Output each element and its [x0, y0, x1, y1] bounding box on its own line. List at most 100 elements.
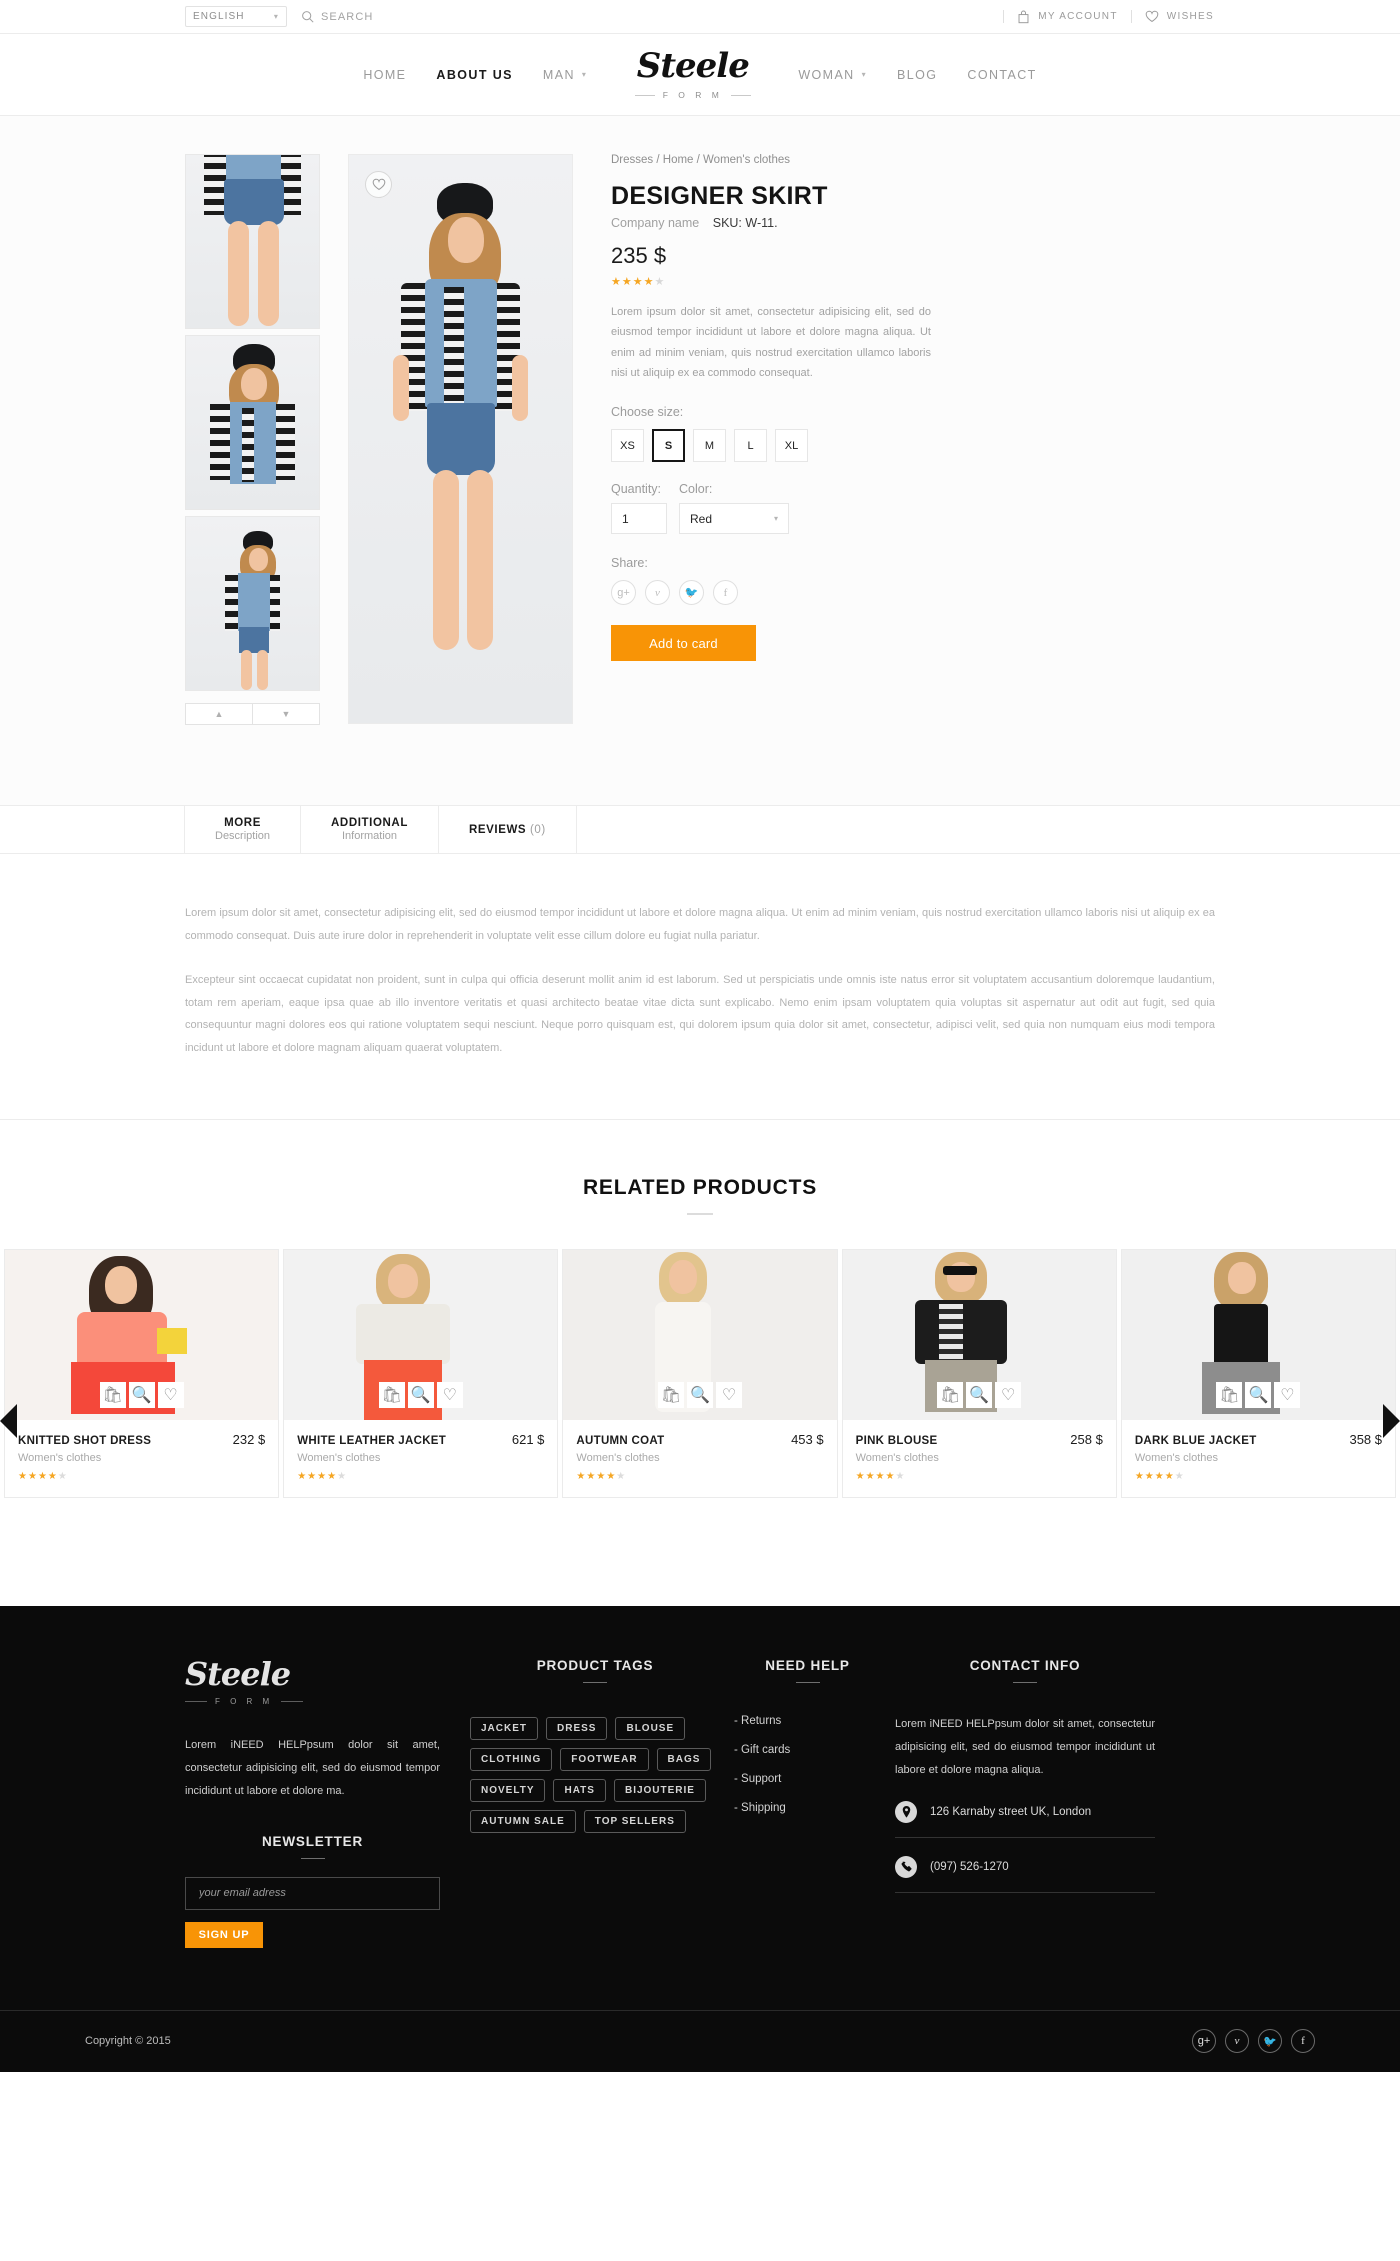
product-card-image[interactable]: 🛍 🔍 ♡ [5, 1250, 279, 1421]
product-card-image[interactable]: 🛍 🔍 ♡ [842, 1250, 1116, 1421]
product-card-image[interactable]: 🛍 🔍 ♡ [1121, 1250, 1396, 1421]
nav-label: BLOG [897, 67, 938, 82]
bag-icon[interactable]: 🛍 [1216, 1382, 1243, 1409]
tag-dress[interactable]: DRESS [546, 1717, 608, 1741]
tab-more-description[interactable]: MORE Description [185, 806, 302, 853]
heart-icon[interactable]: ♡ [716, 1382, 742, 1409]
google-plus-icon[interactable]: g+ [1192, 2029, 1216, 2054]
footer-tags-column: PRODUCT TAGS JACKET DRESS BLOUSE CLOTHIN… [470, 1658, 720, 1947]
heart-icon[interactable]: ♡ [995, 1382, 1022, 1409]
search-icon[interactable]: 🔍 [407, 1382, 434, 1409]
help-link-support[interactable]: - Support [734, 1773, 895, 1785]
facebook-icon[interactable]: f [1291, 2029, 1315, 2054]
product-card[interactable]: 🛍 🔍 ♡ AUTUMN COAT 453 $ Women's clothes … [562, 1249, 838, 1499]
size-option-m[interactable]: M [693, 429, 726, 463]
main-product-image[interactable] [348, 154, 573, 724]
tag-top-sellers[interactable]: TOP SELLERS [583, 1810, 686, 1834]
twitter-icon[interactable]: 🐦 [1258, 2029, 1282, 2054]
tab-reviews[interactable]: REVIEWS (0) [438, 806, 577, 853]
search-icon [302, 11, 314, 23]
wishes-link[interactable]: WISHES [1145, 10, 1214, 23]
thumbnail-1[interactable] [185, 154, 320, 329]
help-link-gift-cards[interactable]: - Gift cards [734, 1744, 895, 1756]
search-icon[interactable]: 🔍 [966, 1382, 993, 1409]
tag-bags[interactable]: BAGS [656, 1748, 712, 1772]
size-label: Choose size: [611, 405, 684, 420]
twitter-icon[interactable]: 🐦 [679, 580, 704, 606]
carousel-prev-button[interactable] [0, 1404, 17, 1439]
tag-bijouterie[interactable]: BIJOUTERIE [613, 1779, 706, 1803]
product-card[interactable]: 🛍 🔍 ♡ PINK BLOUSE 258 $ Women's clothes … [841, 1249, 1117, 1499]
product-card-image[interactable]: 🛍 🔍 ♡ [563, 1250, 837, 1421]
heart-icon[interactable]: ♡ [1274, 1382, 1301, 1409]
footer-brand-column: Steele F O R M Lorem iNEED HELPpsum dolo… [185, 1658, 470, 1948]
footer-logo-tagline-text: F O R M [215, 1697, 274, 1707]
product-card[interactable]: 🛍 🔍 ♡ WHITE LEATHER JACKET 621 $ Women's… [283, 1249, 559, 1499]
tag-novelty[interactable]: NOVELTY [470, 1779, 546, 1803]
site-logo[interactable]: Steele F O R M [625, 49, 760, 100]
nav-item-about-us[interactable]: ABOUT US [436, 68, 512, 82]
search-trigger[interactable]: SEARCH [301, 10, 373, 23]
google-plus-icon[interactable]: g+ [611, 580, 636, 606]
tag-clothing[interactable]: CLOTHING [470, 1748, 553, 1772]
nav-item-home[interactable]: HOME [363, 68, 406, 82]
nav-item-blog[interactable]: BLOG [897, 68, 937, 82]
card-hover-actions: 🛍 🔍 ♡ [1216, 1382, 1301, 1409]
product-card-body: KNITTED SHOT DRESS 232 $ Women's clothes… [5, 1420, 278, 1497]
bag-icon[interactable]: 🛍 [378, 1382, 405, 1409]
footer-about-text: Lorem iNEED HELPpsum dolor sit amet, con… [185, 1739, 440, 1798]
size-option-xl[interactable]: XL [775, 429, 808, 463]
thumbnail-2[interactable] [185, 335, 320, 510]
heart-icon[interactable]: ♡ [157, 1382, 184, 1409]
search-icon[interactable]: 🔍 [687, 1382, 713, 1409]
tag-autumn-sale[interactable]: AUTUMN SALE [470, 1810, 576, 1834]
main-navigation: HOME ABOUT US MAN ▾ Steele F O R M WOMAN… [0, 34, 1400, 116]
heart-icon[interactable]: ♡ [436, 1382, 463, 1409]
color-select[interactable]: Red ▾ [679, 503, 789, 535]
newsletter-email-input[interactable] [185, 1876, 440, 1910]
vimeo-icon[interactable]: v [645, 580, 670, 606]
thumbnail-up-button[interactable]: ▲ [185, 703, 253, 725]
help-link-shipping[interactable]: - Shipping [734, 1802, 895, 1814]
copyright-bar: Copyright © 2015 g+ v 🐦 f [0, 2009, 1400, 2072]
logo-dash-left [185, 1701, 207, 1703]
search-icon[interactable]: 🔍 [128, 1382, 155, 1409]
product-card[interactable]: 🛍 🔍 ♡ DARK BLUE JACKET 358 $ Women's clo… [1120, 1249, 1397, 1499]
nav-item-man[interactable]: MAN ▾ [543, 68, 587, 82]
product-card[interactable]: 🛍 🔍 ♡ KNITTED SHOT DRESS 232 $ Women's c… [4, 1249, 280, 1499]
tag-hats[interactable]: HATS [553, 1779, 606, 1803]
description-paragraph-2: Excepteur sint occaecat cupidatat non pr… [185, 974, 1215, 1054]
tab-additional-information[interactable]: ADDITIONAL Information [301, 806, 439, 853]
search-icon[interactable]: 🔍 [1245, 1382, 1272, 1409]
language-select[interactable]: ENGLISH ▾ [185, 6, 287, 27]
size-option-s[interactable]: S [652, 429, 685, 463]
nav-label: ABOUT US [436, 67, 513, 82]
bag-icon[interactable]: 🛍 [99, 1382, 126, 1409]
breadcrumb[interactable]: Dresses / Home / Women's clothes [611, 154, 1215, 166]
tag-footwear[interactable]: FOOTWEAR [560, 1748, 649, 1772]
top-bar-right: MY ACCOUNT WISHES [1003, 10, 1214, 24]
thumbnail-3[interactable] [185, 516, 320, 691]
size-option-xs[interactable]: XS [611, 429, 644, 463]
nav-item-woman[interactable]: WOMAN ▾ [798, 68, 867, 82]
carousel-next-button[interactable] [1383, 1404, 1400, 1439]
facebook-icon[interactable]: f [713, 580, 738, 606]
help-link-returns[interactable]: - Returns [734, 1715, 895, 1727]
product-card-image[interactable]: 🛍 🔍 ♡ [284, 1250, 558, 1421]
add-to-wishlist-button[interactable] [365, 171, 392, 198]
product-card-rating: ★★★★★ [18, 1471, 68, 1483]
description-paragraph-1: Lorem ipsum dolor sit amet, consectetur … [185, 907, 1215, 942]
add-to-cart-button[interactable]: Add to card [611, 625, 756, 662]
tag-jacket[interactable]: JACKET [470, 1717, 539, 1741]
vimeo-icon[interactable]: v [1225, 2029, 1249, 2054]
quantity-input[interactable] [611, 503, 667, 535]
thumbnail-down-button[interactable]: ▼ [253, 703, 320, 725]
newsletter-signup-button[interactable]: SIGN UP [185, 1921, 263, 1948]
nav-item-contact[interactable]: CONTACT [967, 68, 1036, 82]
bag-icon[interactable]: 🛍 [658, 1382, 684, 1409]
tab-title: MORE [224, 817, 261, 829]
size-option-l[interactable]: L [734, 429, 767, 463]
tag-blouse[interactable]: BLOUSE [615, 1717, 686, 1741]
my-account-link[interactable]: MY ACCOUNT [1017, 10, 1118, 24]
bag-icon[interactable]: 🛍 [937, 1382, 964, 1409]
